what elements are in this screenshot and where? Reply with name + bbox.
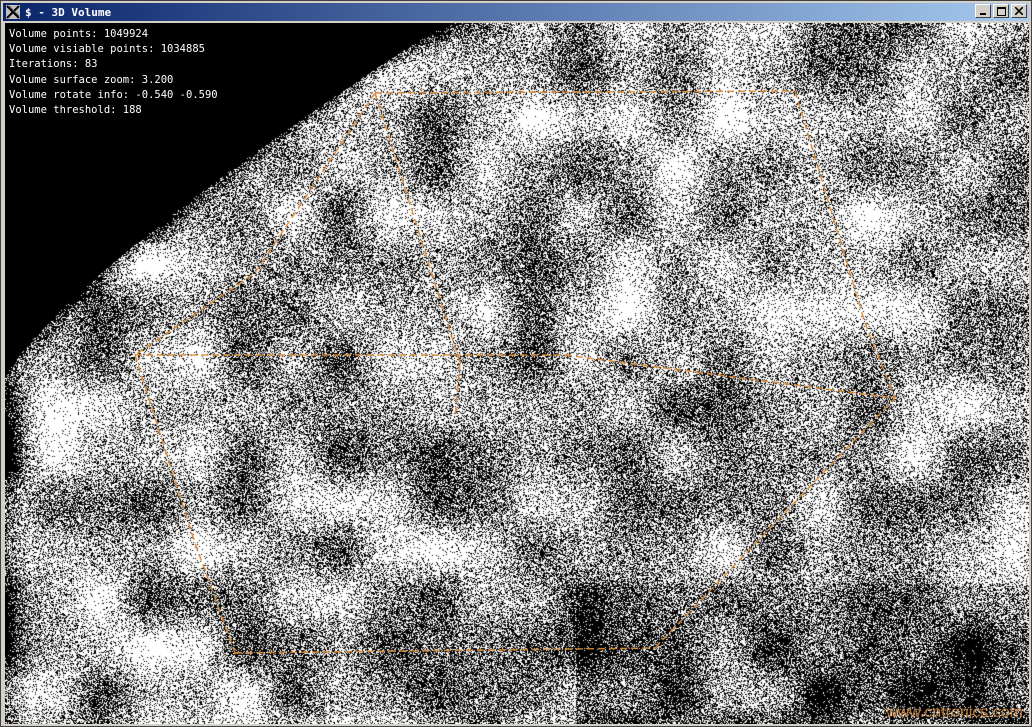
wire-edge: [564, 354, 896, 399]
wire-edge: [134, 92, 376, 356]
stat-visible-points: Volume visiable points: 1034885: [9, 43, 205, 56]
window-title: $ - 3D Volume: [25, 5, 112, 19]
close-button[interactable]: [1011, 4, 1027, 18]
wire-edge: [234, 647, 656, 654]
wire-edge: [654, 397, 896, 649]
maximize-button[interactable]: [993, 4, 1009, 18]
close-icon: [1015, 7, 1023, 15]
stat-rotate-info: Volume rotate info: -0.540 -0.590: [9, 88, 218, 101]
app-window: $ - 3D Volume Volume points: 1049924 Vol…: [0, 0, 1032, 727]
minimize-button[interactable]: [975, 4, 991, 18]
stat-surface-zoom: Volume surface zoom: 3.200: [9, 73, 174, 86]
wire-edge: [374, 92, 461, 364]
stat-threshold: Volume threshold: 188: [9, 104, 142, 117]
stats-overlay: Volume points: 1049924 Volume visiable p…: [9, 27, 218, 118]
wire-edge: [794, 90, 896, 399]
minimize-icon: [980, 13, 986, 15]
watermark: www.cntronics.com: [886, 704, 1023, 721]
stat-volume-points: Volume points: 1049924: [9, 28, 149, 40]
wire-edge: [134, 354, 236, 654]
title-bar[interactable]: $ - 3D Volume: [3, 3, 1029, 21]
x-app-icon[interactable]: [5, 4, 21, 20]
render-viewport[interactable]: Volume points: 1049924 Volume visiable p…: [5, 23, 1029, 724]
wire-edge: [454, 362, 461, 419]
window-controls: [975, 4, 1027, 18]
bounding-box-wireframe: [134, 90, 896, 654]
wire-edge: [374, 90, 796, 94]
stat-iterations: Iterations: 83: [9, 58, 98, 71]
maximize-icon: [996, 6, 1006, 16]
